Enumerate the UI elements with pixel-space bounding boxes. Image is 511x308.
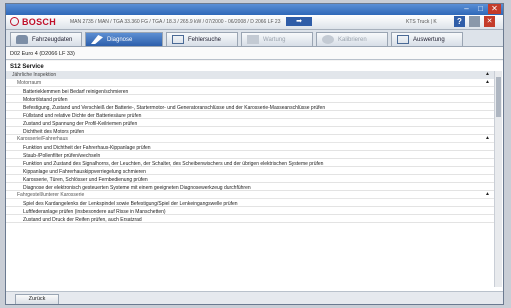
minimize-button[interactable]: –: [460, 4, 473, 14]
service-list-panel: S12 Service Jährliche Inspektion ▲ Motor…: [6, 61, 503, 291]
vehicle-info: MAN 2735 / MAN / TGA 33.360 FG / TGA / 1…: [70, 19, 281, 25]
collapse-arrow-icon[interactable]: ▲: [485, 191, 490, 197]
list-item[interactable]: Kippanlage und Fahrerhauskippverriegelun…: [6, 167, 494, 175]
back-button[interactable]: Zurück: [15, 294, 59, 304]
tab-label: Kalibrieren: [338, 36, 367, 43]
list-item[interactable]: Zustand und Druck der Reifen prüfen, auc…: [6, 215, 494, 223]
tab-wartung[interactable]: Wartung: [241, 32, 313, 46]
list-item[interactable]: Diagnose der elektronisch gesteuerten Sy…: [6, 183, 494, 191]
diagnosis-icon: [91, 35, 103, 44]
list-item[interactable]: Batterieklemmen bei Bedarf reinigen/schm…: [6, 87, 494, 95]
group-header[interactable]: Jährliche Inspektion ▲: [6, 71, 494, 79]
maximize-button[interactable]: □: [474, 4, 487, 14]
kts-device-label: KTS Truck | K: [406, 19, 437, 25]
list-item[interactable]: Spiel des Kardangelenks der Lenkspindel …: [6, 199, 494, 207]
help-button[interactable]: ?: [454, 16, 465, 27]
tab-label: Auswertung: [413, 36, 445, 43]
window-titlebar: – □ ✕: [6, 4, 503, 15]
calibration-icon: [322, 35, 334, 44]
brand-logo: BOSCH: [22, 17, 57, 27]
tab-label: Diagnose: [107, 36, 133, 43]
subgroup-label: Karosserie/Fahrerhaus: [17, 136, 68, 142]
engine-subtitle: D02 Euro 4 (D2066 LF 33): [6, 47, 503, 60]
window-controls: – □ ✕: [460, 4, 501, 14]
tab-auswertung[interactable]: Auswertung: [391, 32, 463, 46]
subgroup-label: Motorraum: [17, 80, 42, 86]
collapse-arrow-icon[interactable]: ▲: [485, 135, 490, 141]
list-item[interactable]: Funktion und Dichtheit der Fahrerhaus-Ki…: [6, 143, 494, 151]
subgroup-header[interactable]: Fahrgestell/unterer Karosserie ▲: [6, 191, 494, 199]
subgroup-label: Fahrgestell/unterer Karosserie: [17, 192, 85, 198]
list-item[interactable]: Funktion und Zustand des Signalhorns, de…: [6, 159, 494, 167]
list-item[interactable]: Luftfederanlage prüfen (insbesondere auf…: [6, 207, 494, 215]
tab-label: Wartung: [263, 36, 286, 43]
print-icon[interactable]: [469, 16, 480, 27]
app-window: – □ ✕ BOSCH MAN 2735 / MAN / TGA 33.360 …: [5, 3, 504, 305]
truck-icon: [16, 35, 28, 44]
list-item[interactable]: Motorölstand prüfen: [6, 95, 494, 103]
app-header: BOSCH MAN 2735 / MAN / TGA 33.360 FG / T…: [6, 15, 503, 30]
list-item[interactable]: Befestigung, Zustand und Verschleiß der …: [6, 103, 494, 111]
list-item[interactable]: Zustand und Spannung der Profil-Keilriem…: [6, 119, 494, 127]
section-title: S12 Service: [10, 64, 44, 70]
report-icon: [397, 35, 409, 44]
bosch-logo-icon: [10, 17, 19, 26]
list-item[interactable]: Staub-/Pollenfilter prüfen/wechseln: [6, 151, 494, 159]
maintenance-icon: [247, 35, 259, 44]
tab-label: Fahrzeugdaten: [32, 36, 73, 43]
vehicle-select-arrow-icon[interactable]: ➡: [286, 17, 312, 26]
troubleshooting-icon: [172, 35, 184, 44]
group-label: Jährliche Inspektion: [12, 72, 57, 78]
collapse-arrow-icon[interactable]: ▲: [485, 71, 490, 77]
subgroup-header[interactable]: Motorraum ▲: [6, 79, 494, 87]
collapse-arrow-icon[interactable]: ▲: [485, 79, 490, 85]
tab-diagnose[interactable]: Diagnose: [85, 32, 163, 46]
window-close-button[interactable]: ✕: [488, 4, 501, 14]
list-item[interactable]: Füllstand und relative Dichte der Batter…: [6, 111, 494, 119]
tab-fehlersuche[interactable]: Fehlersuche: [166, 32, 238, 46]
vertical-scrollbar[interactable]: [494, 71, 502, 287]
tab-fahrzeugdaten[interactable]: Fahrzeugdaten: [10, 32, 82, 46]
scrollbar-thumb[interactable]: [496, 77, 501, 117]
main-tabs: Fahrzeugdaten Diagnose Fehlersuche Wartu…: [6, 30, 503, 47]
app-close-button[interactable]: ✕: [484, 16, 495, 27]
tab-label: Fehlersuche: [188, 36, 222, 43]
list-item[interactable]: Karosserie, Türen, Schlösser und Fernbed…: [6, 175, 494, 183]
tab-kalibrieren[interactable]: Kalibrieren: [316, 32, 388, 46]
list-item[interactable]: Dichtheit des Motors prüfen: [6, 127, 494, 135]
footer-bar: Zurück: [6, 291, 503, 304]
subgroup-header[interactable]: Karosserie/Fahrerhaus ▲: [6, 135, 494, 143]
